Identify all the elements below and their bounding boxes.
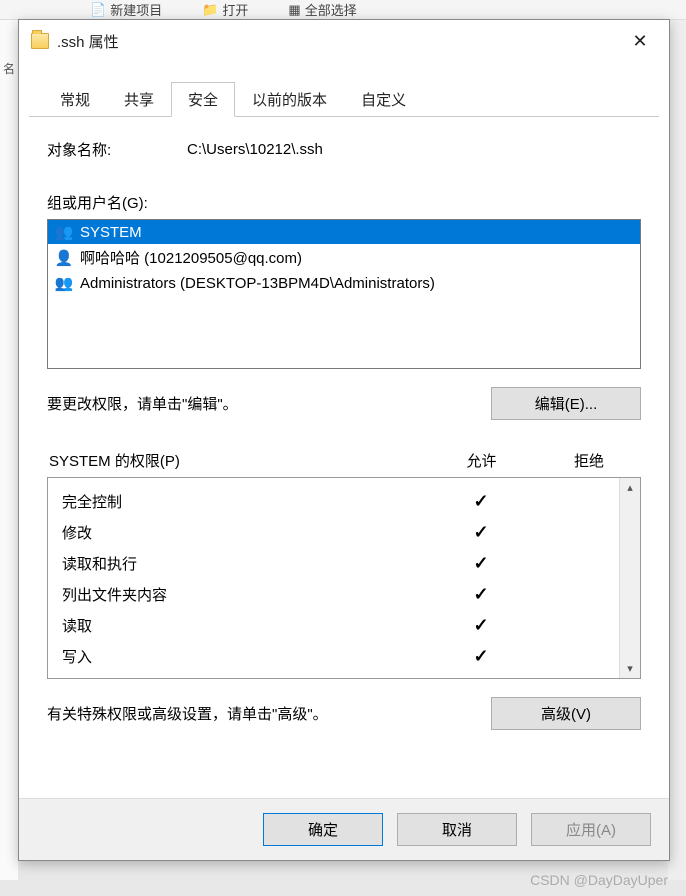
permission-row: 读取和执行✓	[62, 548, 619, 579]
user-name: SYSTEM	[80, 224, 142, 241]
permissions-scrollbar[interactable]: ▴ ▾	[619, 478, 640, 678]
new-project-icon: 📄	[90, 2, 106, 18]
permission-row: 写入✓	[62, 641, 619, 672]
permission-allow: ✓	[431, 553, 531, 574]
object-name-value: C:\Users\10212\.ssh	[187, 141, 323, 158]
permission-row: 读取✓	[62, 610, 619, 641]
perm-header-deny: 拒绝	[539, 450, 639, 471]
tab-3[interactable]: 以前的版本	[235, 82, 344, 117]
dialog-titlebar: .ssh 属性 ✕	[19, 20, 669, 62]
user-icon: 👤	[54, 249, 74, 267]
permission-name: 写入	[62, 646, 431, 667]
permission-allow: ✓	[431, 584, 531, 605]
security-tab-panel: 对象名称: C:\Users\10212\.ssh 组或用户名(G): 👥 SYS…	[19, 117, 669, 798]
permissions-label: SYSTEM 的权限(P)	[49, 450, 424, 471]
advanced-button[interactable]: 高级(V)	[491, 697, 641, 730]
permission-name: 列出文件夹内容	[62, 584, 431, 605]
bg-select-all[interactable]: ▦全部选择	[288, 0, 356, 19]
permission-allow: ✓	[431, 491, 531, 512]
permission-allow: ✓	[431, 522, 531, 543]
scroll-down-icon[interactable]: ▾	[620, 659, 640, 678]
watermark: CSDN @DayDayUper	[530, 872, 668, 888]
ok-button[interactable]: 确定	[263, 813, 383, 846]
scroll-up-icon[interactable]: ▴	[620, 478, 640, 497]
group-icon: 👥	[54, 223, 74, 241]
edit-hint-text: 要更改权限，请单击"编辑"。	[47, 393, 479, 414]
background-toolbar: 📄新建项目 📁打开 ▦全部选择	[0, 0, 686, 20]
background-sidebar: 名	[0, 20, 18, 880]
user-name: 啊哈哈哈 (1021209505@qq.com)	[80, 247, 302, 268]
user-item[interactable]: 👤 啊哈哈哈 (1021209505@qq.com)	[48, 244, 640, 271]
perm-header-allow: 允许	[424, 450, 539, 471]
properties-dialog: .ssh 属性 ✕ 常规共享安全以前的版本自定义 对象名称: C:\Users\…	[18, 19, 670, 861]
permission-name: 读取和执行	[62, 553, 431, 574]
folder-icon: 📁	[202, 2, 218, 18]
tab-2[interactable]: 安全	[171, 82, 235, 117]
permission-name: 完全控制	[62, 491, 431, 512]
permission-allow: ✓	[431, 646, 531, 667]
apply-button[interactable]: 应用(A)	[531, 813, 651, 846]
user-item[interactable]: 👥 SYSTEM	[48, 220, 640, 244]
permissions-table: 完全控制✓修改✓读取和执行✓列出文件夹内容✓读取✓写入✓ ▴ ▾	[47, 477, 641, 679]
bg-new-project[interactable]: 📄新建项目	[90, 0, 162, 19]
group-or-users-label: 组或用户名(G):	[47, 192, 641, 213]
advanced-hint-text: 有关特殊权限或高级设置，请单击"高级"。	[47, 703, 479, 724]
permission-row: 完全控制✓	[62, 486, 619, 517]
user-list[interactable]: 👥 SYSTEM 👤 啊哈哈哈 (1021209505@qq.com) 👥 Adminis…	[47, 219, 641, 369]
permission-row: 列出文件夹内容✓	[62, 579, 619, 610]
close-icon: ✕	[632, 31, 647, 52]
edit-button[interactable]: 编辑(E)...	[491, 387, 641, 420]
tab-strip: 常规共享安全以前的版本自定义	[29, 82, 659, 117]
select-all-icon: ▦	[288, 2, 300, 18]
admins-icon: 👥	[54, 274, 74, 292]
bg-open[interactable]: 📁打开	[202, 0, 248, 19]
permission-name: 修改	[62, 522, 431, 543]
object-name-label: 对象名称:	[47, 139, 187, 160]
tab-4[interactable]: 自定义	[344, 82, 423, 117]
folder-icon	[31, 33, 49, 49]
tab-1[interactable]: 共享	[107, 82, 171, 117]
permission-row: 修改✓	[62, 517, 619, 548]
permission-allow: ✓	[431, 615, 531, 636]
dialog-footer: 确定 取消 应用(A)	[19, 798, 669, 860]
cancel-button[interactable]: 取消	[397, 813, 517, 846]
close-button[interactable]: ✕	[619, 25, 661, 57]
user-item[interactable]: 👥 Administrators (DESKTOP-13BPM4D\Adminis…	[48, 271, 640, 295]
permission-name: 读取	[62, 615, 431, 636]
dialog-title: .ssh 属性	[57, 31, 619, 52]
background-right	[668, 20, 686, 880]
user-name: Administrators (DESKTOP-13BPM4D\Administ…	[80, 275, 435, 292]
tab-0[interactable]: 常规	[43, 82, 107, 117]
